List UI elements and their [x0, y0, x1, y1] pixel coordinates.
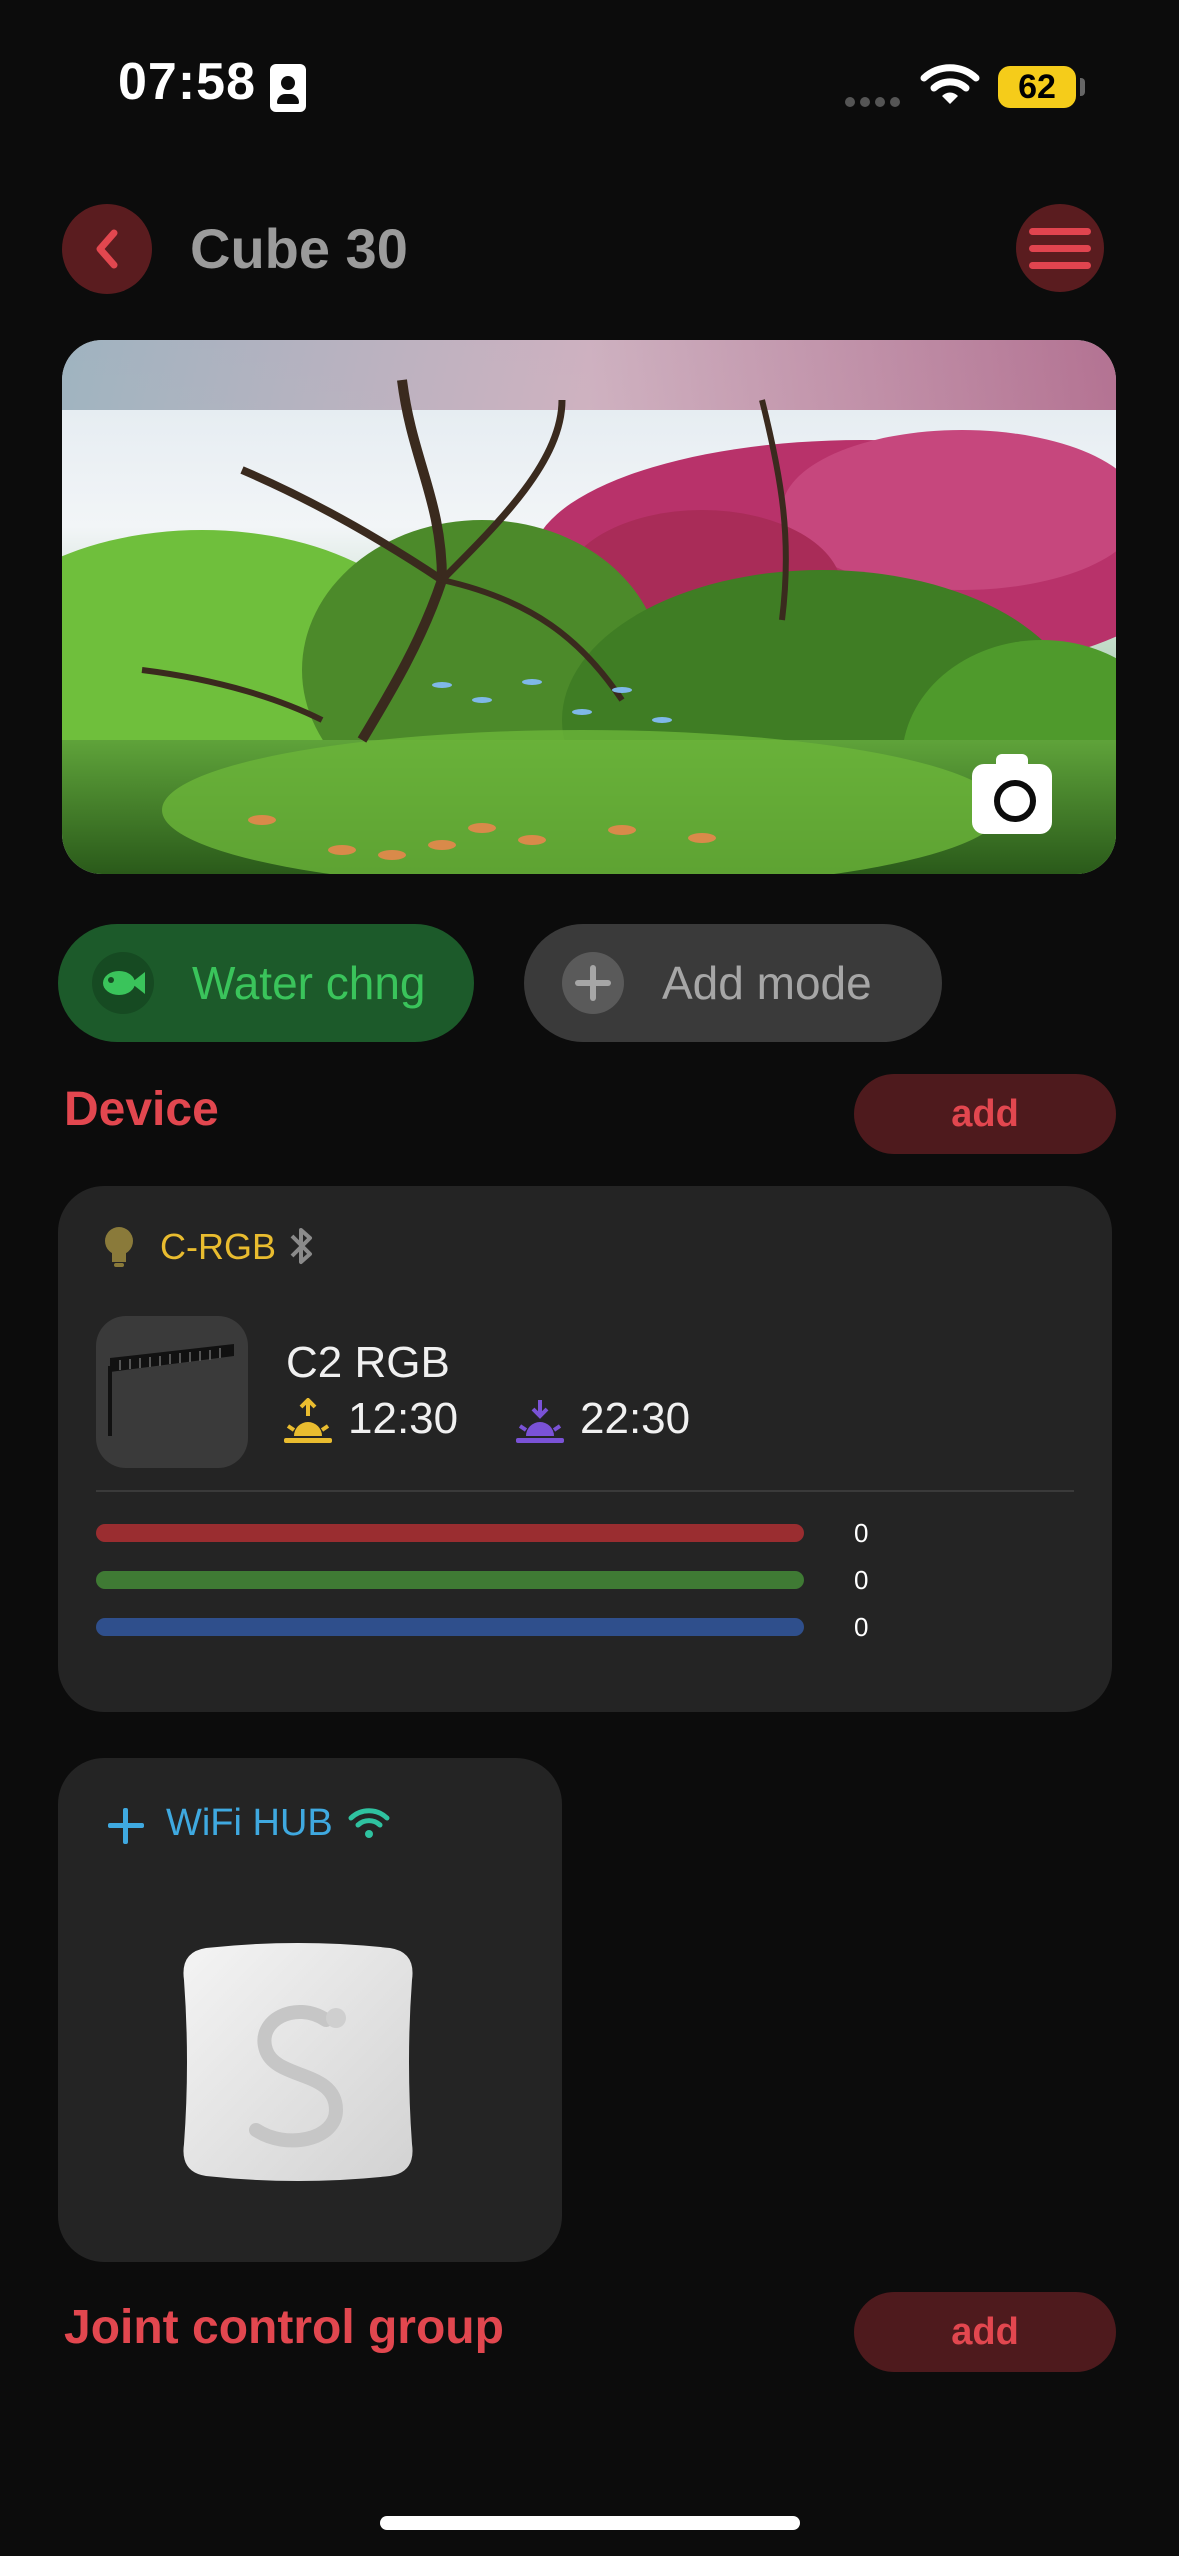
contact-card-icon	[270, 64, 306, 112]
fish-icon	[92, 952, 154, 1014]
menu-line	[1029, 244, 1091, 252]
status-time: 07:58	[118, 53, 256, 111]
green-channel-value: 0	[854, 1565, 869, 1595]
red-channel-value: 0	[854, 1518, 869, 1548]
bulb-icon	[105, 1227, 133, 1267]
light-fixture-thumbnail	[96, 1316, 248, 1468]
add-mode-label: Add mode	[662, 957, 872, 1009]
add-device-button[interactable]: add	[854, 1074, 1116, 1154]
wifi-icon	[920, 64, 980, 104]
mode-chip-label: Water chng	[192, 957, 426, 1009]
add-joint-group-button[interactable]: add	[854, 2292, 1116, 2372]
sunrise-icon	[284, 1398, 332, 1443]
menu-line	[1029, 261, 1091, 269]
red-channel-bar[interactable]	[96, 1524, 804, 1542]
aquarium-photo	[62, 340, 1116, 874]
device-section-title: Device	[64, 1083, 219, 1136]
card-divider	[96, 1490, 1074, 1492]
home-indicator	[380, 2516, 800, 2530]
green-channel-bar[interactable]	[96, 1571, 804, 1589]
menu-button[interactable]	[1016, 204, 1104, 292]
hub-device-image	[183, 1943, 413, 2181]
wifi-hub-label: WiFi HUB	[166, 1802, 333, 1844]
wifi-icon	[348, 1808, 390, 1838]
signal-dots-icon	[845, 94, 907, 107]
add-mode-button[interactable]: Add mode	[524, 924, 942, 1042]
battery-indicator: 62	[998, 66, 1076, 108]
battery-nub	[1080, 78, 1085, 96]
blue-channel-value: 0	[854, 1612, 869, 1642]
mode-chip-water-change[interactable]: Water chng	[58, 924, 474, 1042]
bluetooth-icon	[290, 1228, 312, 1264]
back-button[interactable]	[62, 204, 152, 294]
sunset-icon	[516, 1400, 564, 1443]
sunset-time: 22:30	[580, 1394, 691, 1443]
plus-icon	[108, 1808, 144, 1844]
menu-line	[1029, 227, 1091, 235]
page-title: Cube 30	[190, 217, 408, 280]
device-model: C2 RGB	[286, 1338, 450, 1387]
device-name: C-RGB	[160, 1226, 276, 1267]
blue-channel-bar[interactable]	[96, 1618, 804, 1636]
sunrise-time: 12:30	[348, 1394, 459, 1443]
plus-icon	[562, 952, 624, 1014]
chevron-left-icon	[96, 229, 118, 269]
joint-control-group-title: Joint control group	[64, 2301, 504, 2354]
camera-button[interactable]	[972, 754, 1052, 834]
